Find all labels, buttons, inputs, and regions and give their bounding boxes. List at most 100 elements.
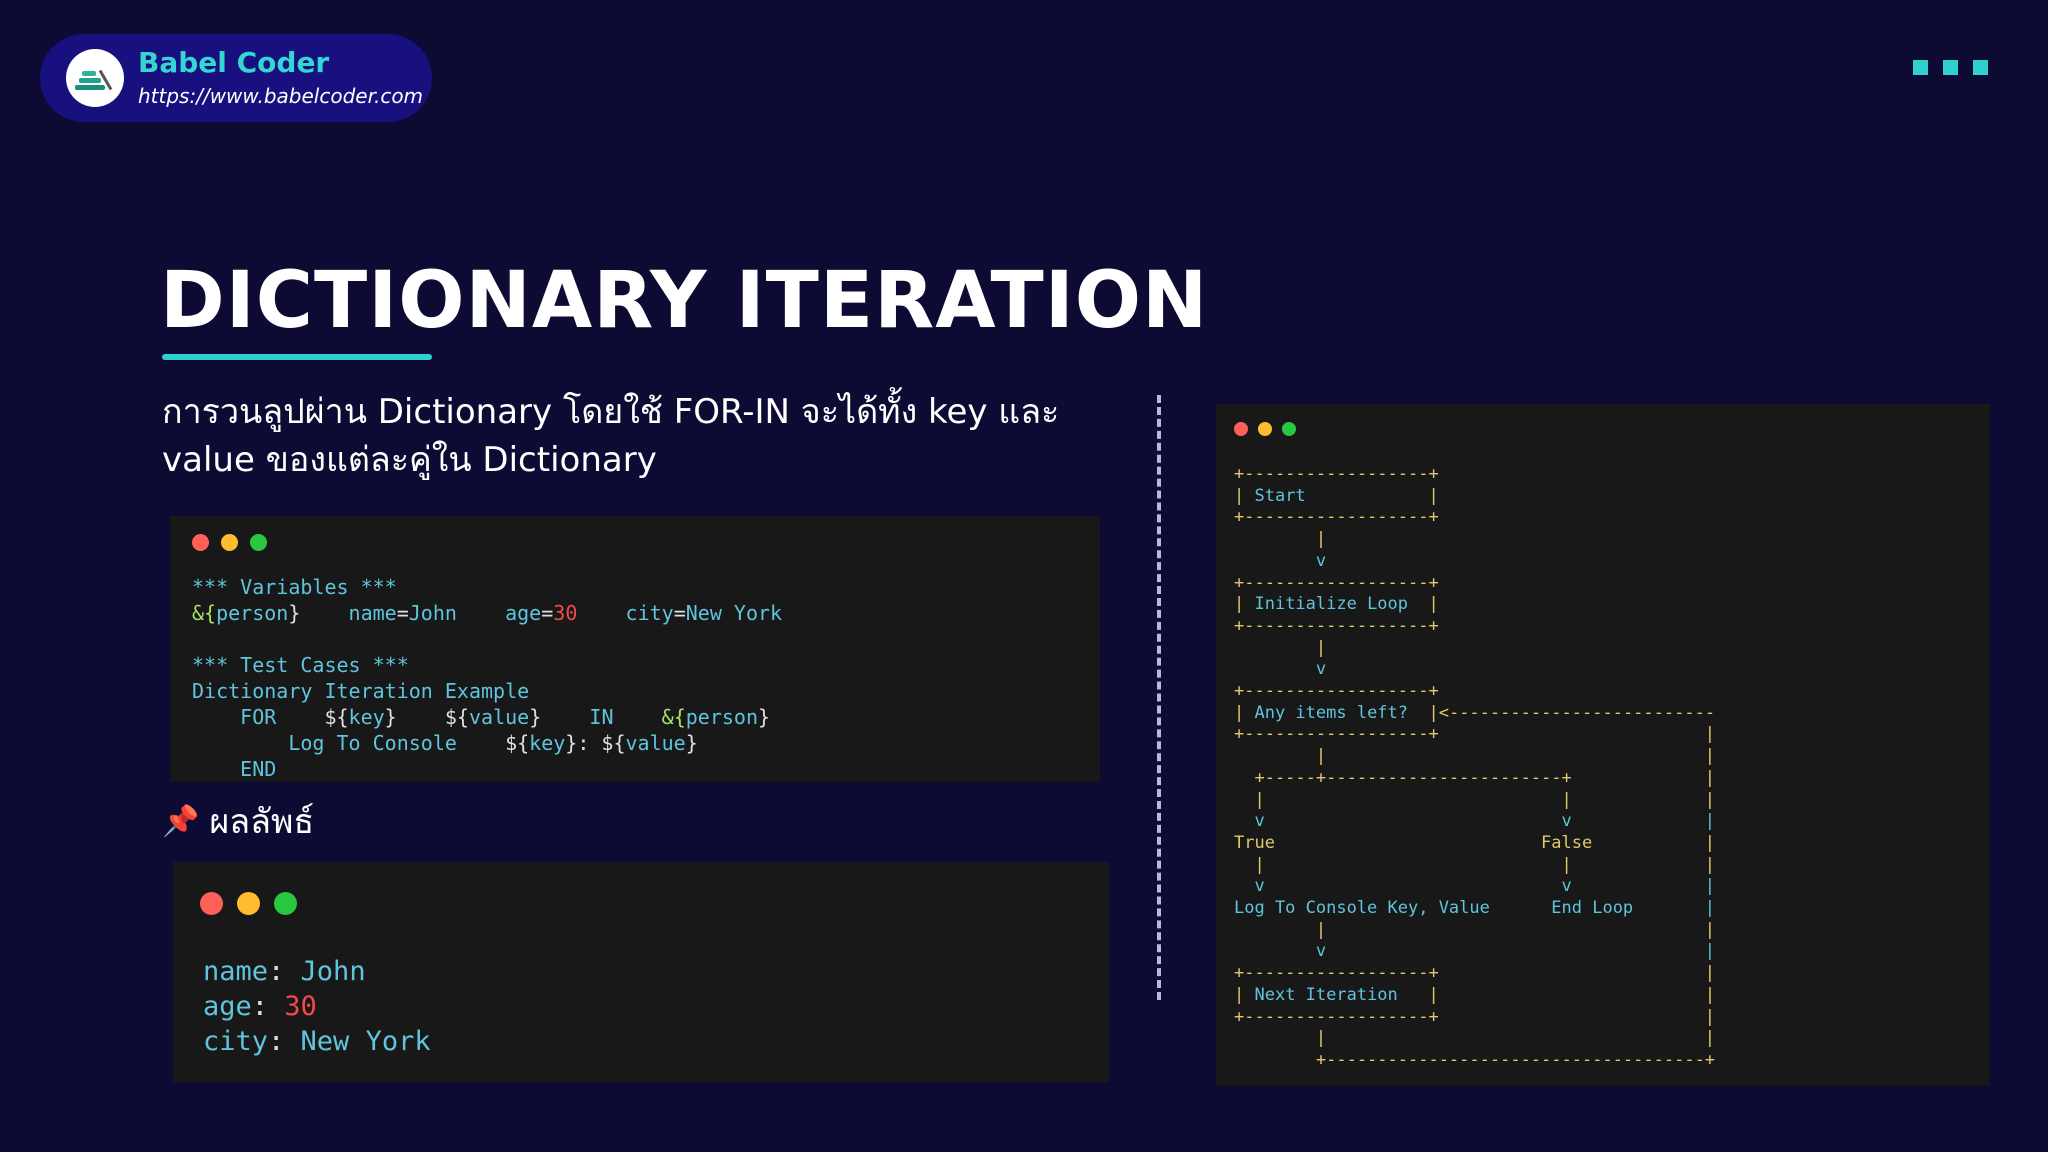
code-token: =	[396, 601, 409, 625]
code-token: *** Test Cases ***	[192, 653, 409, 677]
code-token: }:	[565, 731, 602, 755]
code-token: | |	[1397, 984, 1716, 1005]
code-token: Any items left?	[1254, 702, 1409, 723]
code-token: name	[203, 956, 269, 987]
flowchart-line: |	[1234, 638, 1715, 660]
flowchart-line: | Next Iteration | |	[1234, 985, 1715, 1007]
code-token: |	[1408, 594, 1439, 615]
code-token: FOR	[192, 705, 325, 729]
babel-coder-logo-icon	[66, 49, 124, 107]
code-line: END	[192, 756, 782, 782]
output-line: age: 30	[203, 989, 431, 1024]
flowchart-line: +------------------+ |	[1234, 724, 1715, 746]
code-line: Dictionary Iteration Example	[192, 678, 782, 704]
code-token: +------------------+	[1234, 507, 1439, 528]
output-line: city: New York	[203, 1024, 431, 1059]
code-token: +------------------+	[1234, 681, 1439, 702]
output-line: name: John	[203, 954, 431, 989]
result-label: ผลลัพธ์	[209, 802, 315, 842]
code-line: *** Variables ***	[192, 574, 782, 600]
flowchart-panel: +------------------+ | Start | +----------…	[1216, 404, 1990, 1086]
code-token: =	[673, 601, 686, 625]
flowchart-line: v v |	[1234, 876, 1715, 898]
flowchart-line: +------------------+	[1234, 507, 1715, 529]
code-token: ${	[601, 731, 626, 755]
code-token: person	[216, 601, 289, 625]
flowchart-line: | | |	[1234, 855, 1715, 877]
code-token: v	[1234, 550, 1327, 571]
code-token: Dictionary Iteration Example	[192, 679, 530, 703]
window-controls	[192, 534, 267, 551]
code-token: New York	[300, 1026, 431, 1057]
code-token: :	[268, 1026, 301, 1057]
description: การวนลูปผ่าน Dictionary โดยใช้ FOR-IN จะ…	[162, 392, 1060, 480]
code-token: value	[468, 705, 530, 729]
flowchart-line: | |	[1234, 920, 1715, 942]
close-dot-icon	[192, 534, 209, 551]
code-line: FOR ${key} ${value} IN &{person}	[192, 704, 782, 730]
flowchart-line: | | |	[1234, 790, 1715, 812]
code-token: | | |	[1234, 854, 1716, 875]
brand-badge[interactable]: Babel Coder https://www.babelcoder.com	[40, 34, 432, 122]
code-token: New York	[685, 601, 783, 625]
code-token: city	[577, 601, 674, 625]
code-token: |	[1234, 637, 1327, 658]
code-token: IN	[589, 705, 662, 729]
code-token: }	[529, 705, 590, 729]
code-token: Log To Console Key, Value End Loop |	[1234, 898, 1716, 919]
flowchart-line: +-------------------------------------+	[1234, 1050, 1715, 1072]
code-token: }	[685, 731, 698, 755]
maximize-dot-icon	[250, 534, 267, 551]
flowchart-line: +------------------+	[1234, 681, 1715, 703]
flowchart-line: v |	[1234, 941, 1715, 963]
flowchart-line: +------------------+	[1234, 616, 1715, 638]
flowchart-line: +-----+-----------------------+ |	[1234, 768, 1715, 790]
code-block: *** Variables *** &{person} name=John age…	[192, 574, 782, 782]
code-token: =	[541, 601, 554, 625]
code-token: Log To Console	[192, 731, 506, 755]
minimize-dot-icon	[237, 892, 260, 915]
flowchart-line: v v |	[1234, 811, 1715, 833]
flowchart-line: | Initialize Loop |	[1234, 594, 1715, 616]
code-token: 30	[284, 991, 317, 1022]
code-token: True False |	[1234, 832, 1716, 853]
code-token: value	[625, 731, 686, 755]
flowchart-line: +------------------+ |	[1234, 1007, 1715, 1029]
flowchart-line: v	[1234, 659, 1715, 681]
maximize-dot-icon	[1282, 422, 1296, 436]
code-token: John	[300, 956, 366, 987]
code-token: v |	[1234, 941, 1716, 962]
code-token: | | |	[1234, 789, 1716, 810]
code-token: 30	[553, 601, 578, 625]
code-token: +------------------+ |	[1234, 724, 1716, 745]
flowchart-block: +------------------+ | Start | +----------…	[1234, 464, 1715, 1072]
flowchart-line: |	[1234, 529, 1715, 551]
close-dot-icon	[200, 892, 223, 915]
code-token: Initialize Loop	[1254, 594, 1409, 615]
result-heading: 📌 ผลลัพธ์	[162, 794, 314, 848]
code-token: city	[203, 1026, 269, 1057]
code-token: ${	[505, 731, 530, 755]
code-token: age	[203, 991, 252, 1022]
code-token: }	[758, 705, 771, 729]
page-title: DICTIONARY ITERATION	[160, 256, 1209, 346]
code-token: John	[408, 601, 457, 625]
output-block: name: John age: 30 city: New York	[203, 954, 431, 1059]
code-token: |	[1305, 485, 1439, 506]
code-token: ${	[444, 705, 469, 729]
flowchart-line: +------------------+ |	[1234, 963, 1715, 985]
flowchart-line: | Any items left? |<--------------------…	[1234, 703, 1715, 725]
code-token: |<--------------------------	[1408, 702, 1716, 723]
code-token: Start	[1254, 485, 1306, 506]
flowchart-line: | Start |	[1234, 486, 1715, 508]
window-controls	[200, 892, 297, 915]
brand-url[interactable]: https://www.babelcoder.com	[138, 84, 423, 108]
pushpin-icon: 📌	[162, 803, 200, 839]
code-token: v	[1234, 659, 1327, 680]
minimize-dot-icon	[1258, 422, 1272, 436]
dashed-divider	[1157, 395, 1161, 1000]
minimize-dot-icon	[221, 534, 238, 551]
code-token: +------------------+	[1234, 572, 1439, 593]
code-token: name	[300, 601, 397, 625]
code-token: }	[384, 705, 445, 729]
